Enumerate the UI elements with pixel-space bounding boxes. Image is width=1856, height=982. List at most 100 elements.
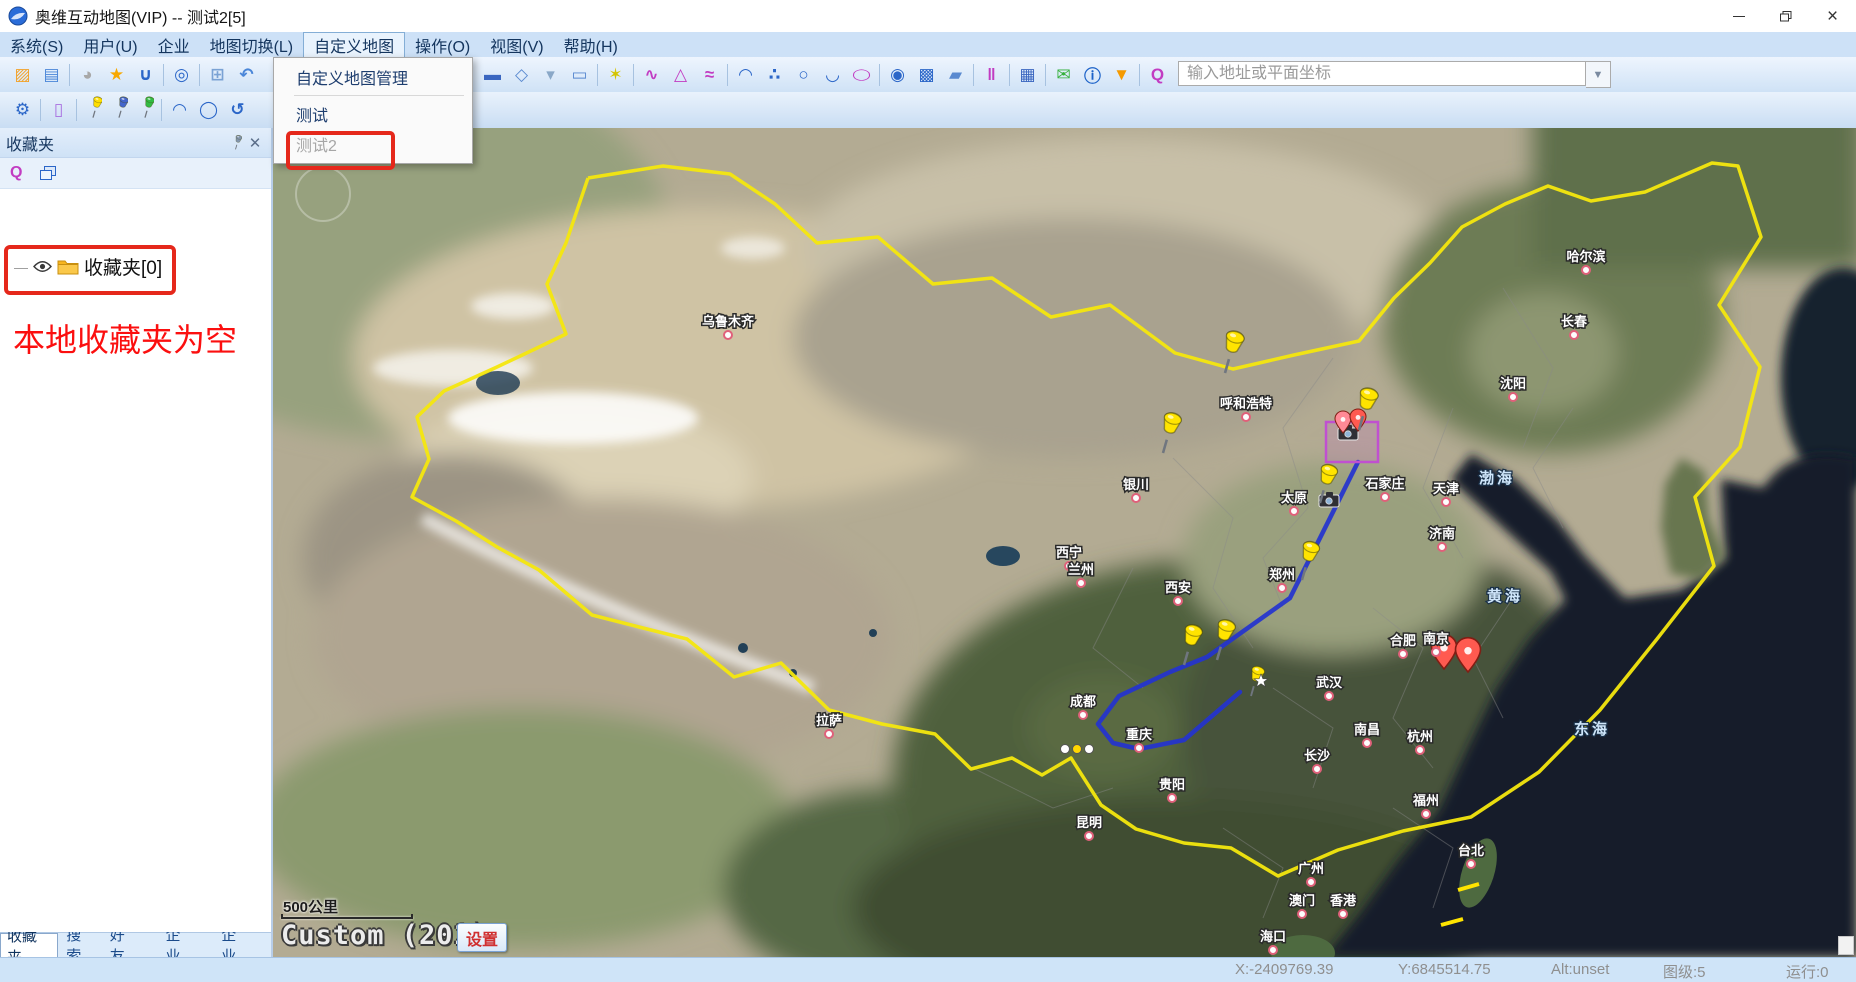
sidebar-header: 收藏夹 ✕ bbox=[0, 128, 271, 158]
menu-item-5[interactable]: 自定义地图 bbox=[303, 32, 405, 57]
menu-divider bbox=[294, 95, 464, 96]
dock-pin-icon[interactable] bbox=[225, 133, 245, 153]
visibility-eye-icon[interactable] bbox=[33, 260, 52, 273]
friends-icon[interactable]: ◕ bbox=[73, 61, 102, 88]
green-pushpin-icon[interactable] bbox=[136, 95, 154, 125]
custom-map-dropdown: 自定义地图管理测试测试2 bbox=[273, 57, 473, 164]
custom-map-menu-item-3[interactable]: 测试2 bbox=[274, 129, 472, 159]
status-x-coordinate: X:-2409769.39 bbox=[1235, 961, 1333, 978]
svg-text:香港: 香港 bbox=[1329, 893, 1357, 908]
toolbar-separator bbox=[633, 64, 634, 86]
settings-gear-icon[interactable]: ⚙ bbox=[8, 97, 37, 124]
vip-icon[interactable]: ▼ bbox=[1107, 61, 1136, 88]
favorite-star-icon[interactable]: ★ bbox=[102, 61, 131, 88]
toolbar-separator bbox=[69, 64, 70, 86]
hatch-region-icon[interactable]: ▩ bbox=[912, 61, 941, 88]
svg-text:合肥: 合肥 bbox=[1390, 633, 1416, 648]
arc2-icon[interactable]: ◡ bbox=[818, 61, 847, 88]
sidebar-tab-4[interactable]: 企业... bbox=[159, 933, 213, 957]
region-icon[interactable]: ◉ bbox=[883, 61, 912, 88]
address-search-input[interactable] bbox=[1178, 61, 1586, 86]
svg-text:广州: 广州 bbox=[1298, 861, 1324, 876]
close-button[interactable]: × bbox=[1809, 0, 1856, 32]
polygon-icon[interactable]: △ bbox=[666, 61, 695, 88]
sidebar-tab-2[interactable]: 搜索 bbox=[60, 933, 101, 957]
favorites-root-label: 收藏夹[0] bbox=[84, 253, 162, 280]
toolbar-separator bbox=[597, 64, 598, 86]
svg-text:南京: 南京 bbox=[1423, 631, 1449, 646]
sea-label: 东海 bbox=[1574, 720, 1610, 738]
sidebar-title: 收藏夹 bbox=[6, 131, 225, 155]
restore-button[interactable] bbox=[1762, 0, 1809, 32]
toolbar-separator bbox=[973, 64, 974, 86]
sidebar-tab-1[interactable]: 收藏夹 bbox=[0, 933, 58, 957]
ellipse-icon[interactable]: ◯ bbox=[847, 66, 876, 84]
menu-item-2[interactable]: 用户(U) bbox=[73, 32, 147, 57]
sidebar-tab-5[interactable]: 企业... bbox=[215, 933, 269, 957]
freeform-region-icon[interactable]: ▰ bbox=[941, 61, 970, 88]
tree-expander[interactable]: — bbox=[14, 259, 28, 275]
rotate-tool-icon[interactable]: ↺ bbox=[223, 97, 252, 124]
rounded-rect-icon[interactable]: ▭ bbox=[565, 61, 594, 88]
search-dropdown-button[interactable]: ▼ bbox=[1586, 61, 1611, 88]
status-y-coordinate: Y:6845514.75 bbox=[1398, 961, 1491, 978]
status-altitude: Alt:unset bbox=[1551, 961, 1609, 978]
ruler-icon[interactable]: ▬ bbox=[478, 61, 507, 88]
open-folder-icon[interactable]: ▨ bbox=[8, 61, 37, 88]
map-settings-button[interactable]: 设置 bbox=[457, 923, 507, 952]
table-icon[interactable]: ▦ bbox=[1013, 61, 1042, 88]
sidebar-tabs: 收藏夹搜索好友...企业...企业... bbox=[0, 932, 271, 957]
layers-icon[interactable] bbox=[40, 166, 57, 181]
multipoint-icon[interactable]: ∴ bbox=[760, 61, 789, 88]
bars-icon[interactable]: ‖ bbox=[977, 61, 1006, 88]
polyline-icon[interactable]: ∿ bbox=[637, 61, 666, 88]
svg-text:长春: 长春 bbox=[1561, 314, 1588, 329]
circle-tool-icon[interactable]: ◯ bbox=[194, 97, 223, 124]
sidebar-toolbar: Q bbox=[0, 158, 271, 189]
shape-picker-caret-icon[interactable]: ▾ bbox=[536, 61, 565, 88]
svg-text:南昌: 南昌 bbox=[1354, 722, 1380, 737]
dock-close-icon[interactable]: ✕ bbox=[245, 133, 265, 153]
shape-picker-icon[interactable]: ◇ bbox=[507, 61, 536, 88]
menu-item-6[interactable]: 操作(O) bbox=[405, 32, 480, 57]
dot-marker[interactable] bbox=[1085, 745, 1094, 754]
dot-marker[interactable] bbox=[1073, 745, 1082, 754]
message-icon[interactable]: ✉ bbox=[1049, 61, 1078, 88]
track-icon[interactable]: ∪ bbox=[131, 61, 160, 88]
title-bar: 奥维互动地图(VIP) -- 测试2[5] × bbox=[0, 0, 1856, 33]
save-icon[interactable]: ▤ bbox=[37, 61, 66, 88]
document-icon[interactable]: ▯ bbox=[44, 97, 73, 124]
minimize-button[interactable] bbox=[1715, 0, 1762, 32]
toolbar-separator bbox=[76, 99, 77, 121]
custom-map-menu-item-1[interactable]: 自定义地图管理 bbox=[274, 62, 472, 92]
arc-tool-icon[interactable]: ◠ bbox=[165, 97, 194, 124]
search-glyph-icon[interactable]: Q bbox=[1143, 61, 1172, 88]
info-icon[interactable]: ⓘ bbox=[1078, 61, 1107, 88]
map-viewport[interactable]: 乌鲁木齐呼和浩特银川西宁兰州西安郑州成都重庆贵阳昆明拉萨武汉长沙南昌合肥南京杭州… bbox=[273, 128, 1856, 957]
sphere-icon[interactable]: ◎ bbox=[167, 61, 196, 88]
sea-label: 黄海 bbox=[1487, 587, 1523, 605]
curve-icon[interactable]: ≈ bbox=[695, 61, 724, 88]
yellow-pushpin-icon[interactable] bbox=[84, 95, 102, 125]
svg-text:海口: 海口 bbox=[1260, 929, 1286, 944]
undo-icon[interactable]: ↶ bbox=[232, 61, 261, 88]
blue-pushpin-icon[interactable] bbox=[110, 95, 128, 125]
sidebar-tab-3[interactable]: 好友... bbox=[104, 933, 158, 957]
menu-item-1[interactable]: 系统(S) bbox=[0, 32, 73, 57]
custom-map-menu-item-2[interactable]: 测试 bbox=[274, 99, 472, 129]
quick-mark-icon[interactable]: ✶ bbox=[601, 61, 630, 88]
crop-frame-icon[interactable]: ⊞ bbox=[203, 61, 232, 88]
menu-item-7[interactable]: 视图(V) bbox=[480, 32, 553, 57]
menu-item-8[interactable]: 帮助(H) bbox=[554, 32, 628, 57]
menu-item-4[interactable]: 地图切换(L) bbox=[200, 32, 304, 57]
menu-item-3[interactable]: 企业 bbox=[148, 32, 200, 57]
dot-marker[interactable] bbox=[1061, 745, 1070, 754]
svg-text:澳门: 澳门 bbox=[1289, 893, 1315, 908]
menu-bar: 系统(S)用户(U)企业地图切换(L)自定义地图操作(O)视图(V)帮助(H) bbox=[0, 32, 1856, 57]
app-logo-icon bbox=[8, 6, 28, 26]
circle-icon[interactable]: ○ bbox=[789, 61, 818, 88]
arc-icon[interactable]: ◠ bbox=[731, 61, 760, 88]
favorites-root-item[interactable]: — 收藏夹[0] bbox=[14, 253, 162, 280]
sidebar-search-icon[interactable]: Q bbox=[10, 164, 22, 182]
status-run-count: 运行:0 bbox=[1786, 961, 1829, 982]
